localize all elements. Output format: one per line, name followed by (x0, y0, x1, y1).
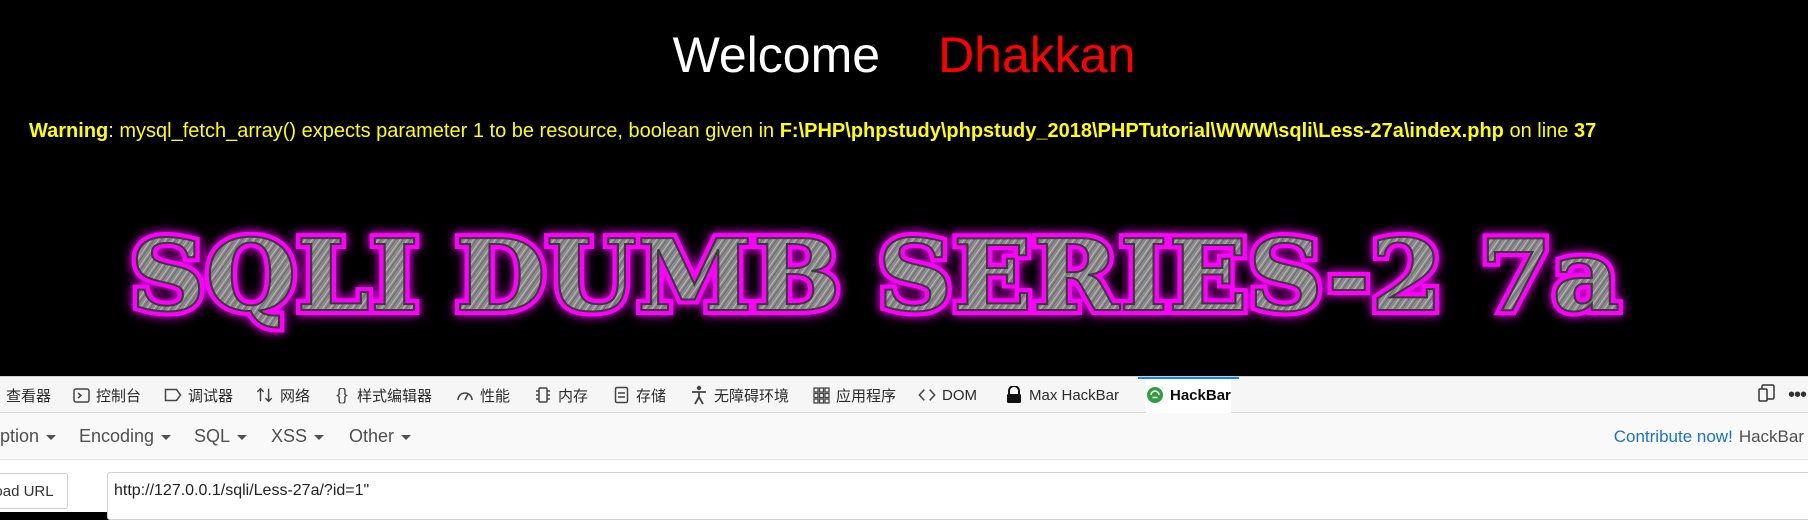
user-name: Dhakkan (938, 27, 1136, 83)
warning-path: F:\PHP\phpstudy\phpstudy_2018\PHPTutoria… (779, 120, 1504, 142)
tab-hackbar[interactable]: HackBar (1138, 377, 1239, 413)
warning-message: : mysql_fetch_array() expects parameter … (108, 120, 780, 142)
chevron-down-icon (161, 435, 172, 440)
devtools-tab-bar: 查看器 控制台 调试器 网络 {} 样式编辑器 性能 内存 存储 无障碍环境 应用… (0, 376, 1808, 413)
welcome-text: Welcome (672, 27, 881, 83)
dock-icon[interactable] (1758, 383, 1776, 407)
banner-text: SQLI DUMB SERIES-2 7a (130, 219, 1620, 334)
chevron-down-icon (314, 435, 325, 440)
sql-menu[interactable]: SQL (194, 413, 248, 460)
encryption-menu[interactable]: ption (0, 413, 57, 460)
memory-icon (534, 386, 552, 404)
debugger-icon (164, 386, 182, 404)
tab-console[interactable]: 控制台 (72, 377, 141, 413)
chevron-down-icon (401, 435, 412, 440)
tab-accessibility[interactable]: 无障碍环境 (690, 377, 789, 413)
tab-label: 网络 (280, 387, 311, 405)
tab-performance[interactable]: 性能 (456, 377, 510, 413)
tab-label: 内存 (558, 387, 589, 405)
application-icon (812, 386, 830, 404)
hackbar-toolbar: ption Encoding SQL XSS Other Contribute … (0, 413, 1808, 460)
tab-network[interactable]: 网络 (256, 377, 310, 413)
page-content: Welcome Dhakkan Warning: mysql_fetch_arra… (0, 0, 1808, 376)
max-hackbar-icon (1005, 386, 1023, 404)
dom-icon (918, 386, 936, 404)
tab-application[interactable]: 应用程序 (812, 377, 896, 413)
menu-label: Encoding (79, 426, 155, 446)
tab-dom[interactable]: DOM (918, 377, 977, 413)
tab-label: 无障碍环境 (714, 387, 790, 405)
storage-icon (612, 386, 630, 404)
warning-on-line: on line (1503, 120, 1574, 142)
more-icon[interactable]: ••• (1788, 384, 1807, 407)
menu-label: XSS (271, 426, 308, 446)
warning-label: Warning (29, 120, 109, 142)
warning-line-number: 37 (1573, 120, 1597, 142)
menu-label: ption (0, 426, 40, 446)
encoding-menu[interactable]: Encoding (79, 413, 172, 460)
performance-icon (456, 386, 474, 404)
series-banner: SQLI DUMB SERIES-2 7a SQLI DUMB SERIES-2… (125, 214, 1625, 339)
console-icon (72, 386, 90, 404)
contribute-area: Contribute now! HackBar (1614, 413, 1804, 460)
load-url-button[interactable]: oad URL (0, 473, 68, 509)
tab-style-editor[interactable]: {} 样式编辑器 (333, 377, 432, 413)
menu-label: Other (349, 426, 395, 446)
xss-menu[interactable]: XSS (271, 413, 325, 460)
chevron-down-icon (46, 435, 57, 440)
other-menu[interactable]: Other (349, 413, 412, 460)
tab-label: 存储 (636, 387, 667, 405)
url-input[interactable]: http://127.0.0.1/sqli/Less-27a/?id=1" (107, 472, 1808, 520)
devtools-controls: ••• (1758, 377, 1808, 413)
tab-label: 控制台 (96, 387, 142, 405)
tab-label: Max HackBar (1029, 386, 1120, 404)
chevron-down-icon (237, 435, 248, 440)
hackbar-brand: HackBar (1738, 426, 1804, 446)
tab-storage[interactable]: 存储 (612, 377, 666, 413)
tab-label: HackBar (1170, 386, 1231, 404)
contribute-link[interactable]: Contribute now! (1614, 427, 1733, 447)
tab-label: DOM (942, 386, 977, 404)
tab-label: 性能 (480, 387, 511, 405)
network-icon (256, 386, 274, 404)
tab-label: 调试器 (188, 387, 234, 405)
php-warning: Warning: mysql_fetch_array() expects par… (29, 120, 1596, 143)
menu-label: SQL (194, 426, 231, 446)
welcome-heading: Welcome Dhakkan (0, 26, 1808, 84)
tab-debugger[interactable]: 调试器 (164, 377, 233, 413)
style-editor-icon: {} (336, 385, 348, 404)
hackbar-icon (1146, 386, 1164, 404)
accessibility-icon (690, 385, 708, 405)
tab-label: 查看器 (6, 387, 52, 405)
tab-memory[interactable]: 内存 (534, 377, 588, 413)
tab-label: 应用程序 (836, 387, 897, 405)
tab-label: 样式编辑器 (357, 387, 433, 405)
tab-inspector[interactable]: 查看器 (6, 377, 51, 413)
url-row: oad URL http://127.0.0.1/sqli/Less-27a/?… (0, 460, 1808, 520)
tab-max-hackbar[interactable]: Max HackBar (1005, 377, 1119, 413)
